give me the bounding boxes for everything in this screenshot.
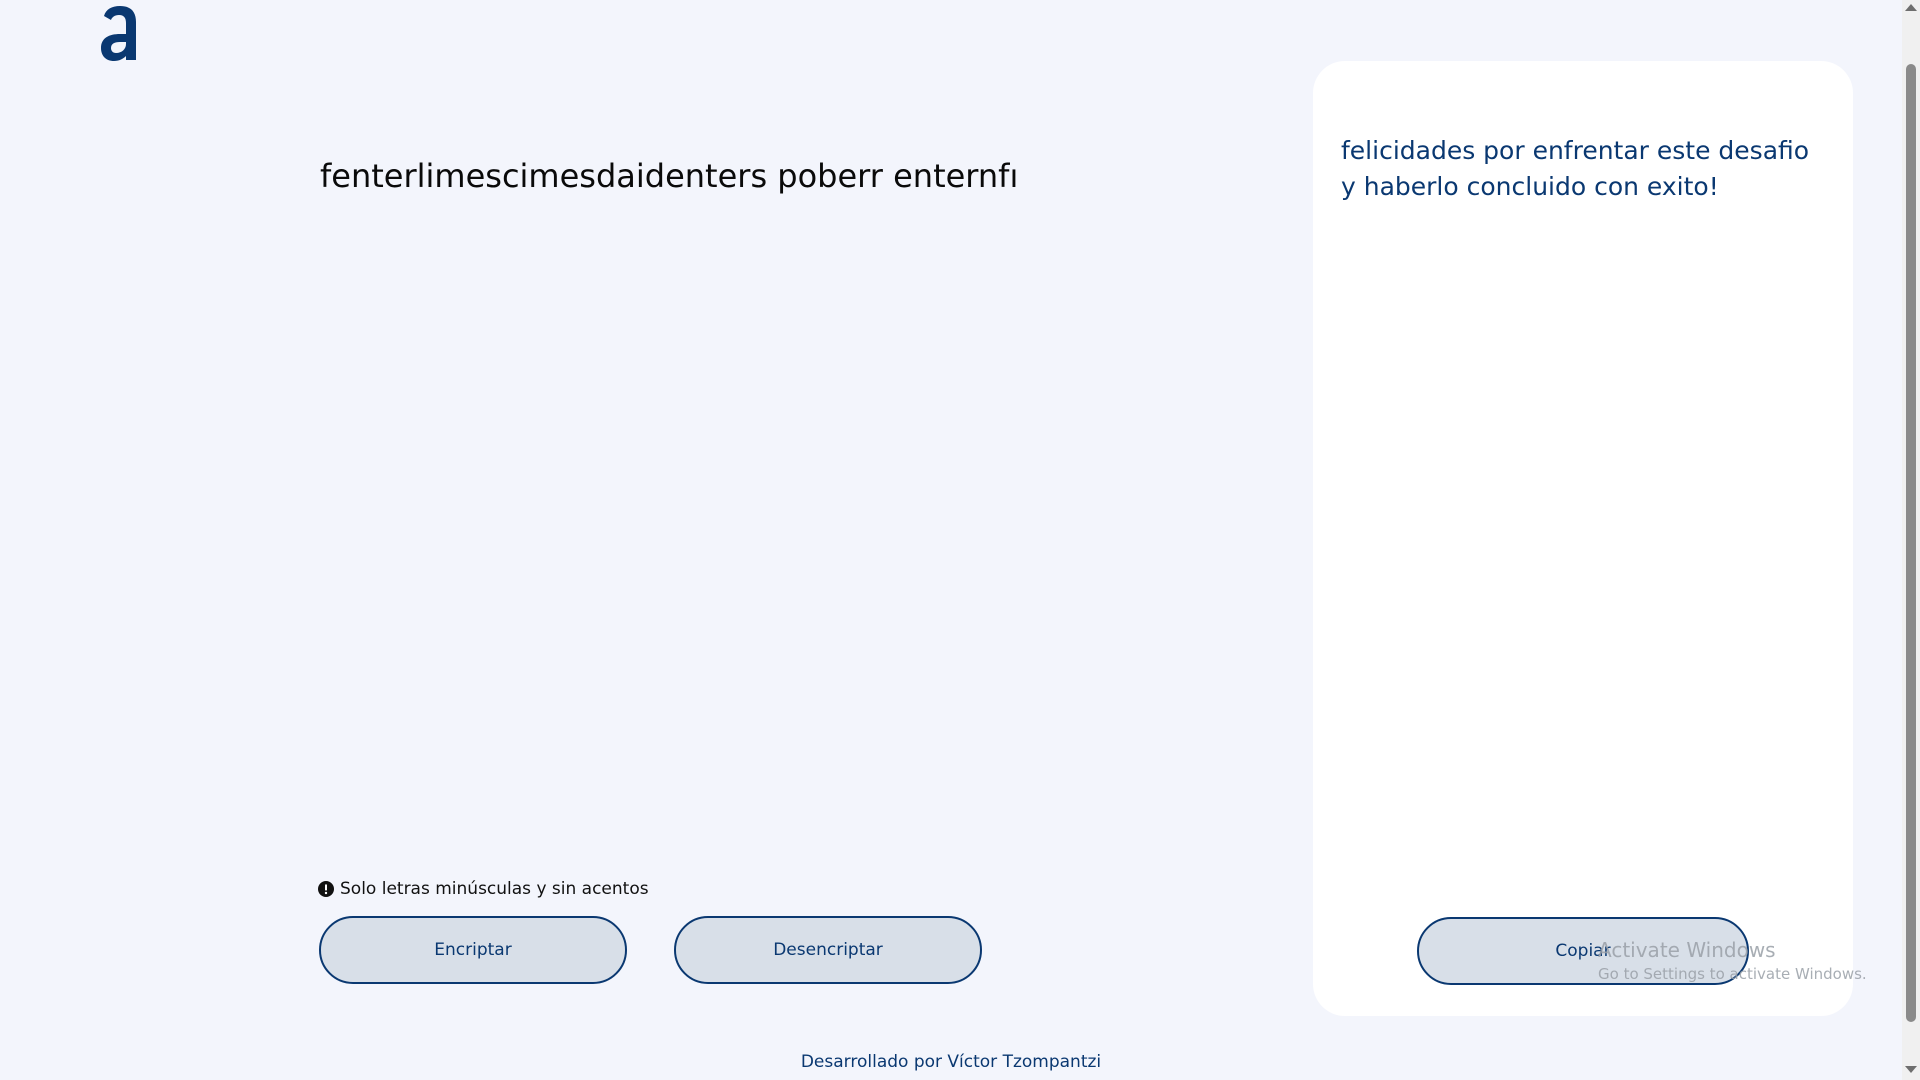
- output-panel: felicidades por enfrentar este desafio y…: [1313, 61, 1853, 1016]
- hint: Solo letras minúsculas y sin acentos: [318, 878, 649, 900]
- scrollbar-thumb[interactable]: [1906, 64, 1916, 1022]
- decrypt-button[interactable]: Desencriptar: [674, 916, 982, 984]
- scroll-up-arrow-icon[interactable]: [1905, 4, 1917, 11]
- alura-logo: [101, 6, 136, 61]
- scroll-down-arrow-icon[interactable]: [1905, 1066, 1917, 1073]
- vertical-scrollbar[interactable]: [1902, 0, 1920, 1080]
- encrypt-button[interactable]: Encriptar: [319, 916, 627, 984]
- exclamation-circle-icon: [318, 881, 334, 897]
- hint-text: Solo letras minúsculas y sin acentos: [340, 879, 649, 899]
- footer-credit: Desarrollado por Víctor Tzompantzi: [800, 1052, 1102, 1072]
- copy-button[interactable]: Copiar: [1417, 917, 1749, 985]
- output-text: felicidades por enfrentar este desafio y…: [1341, 136, 1810, 201]
- page: fenterlimescimesdaidenters poberr entern…: [0, 0, 1920, 1080]
- message-input[interactable]: fenterlimescimesdaidenters poberr entern…: [320, 152, 1020, 842]
